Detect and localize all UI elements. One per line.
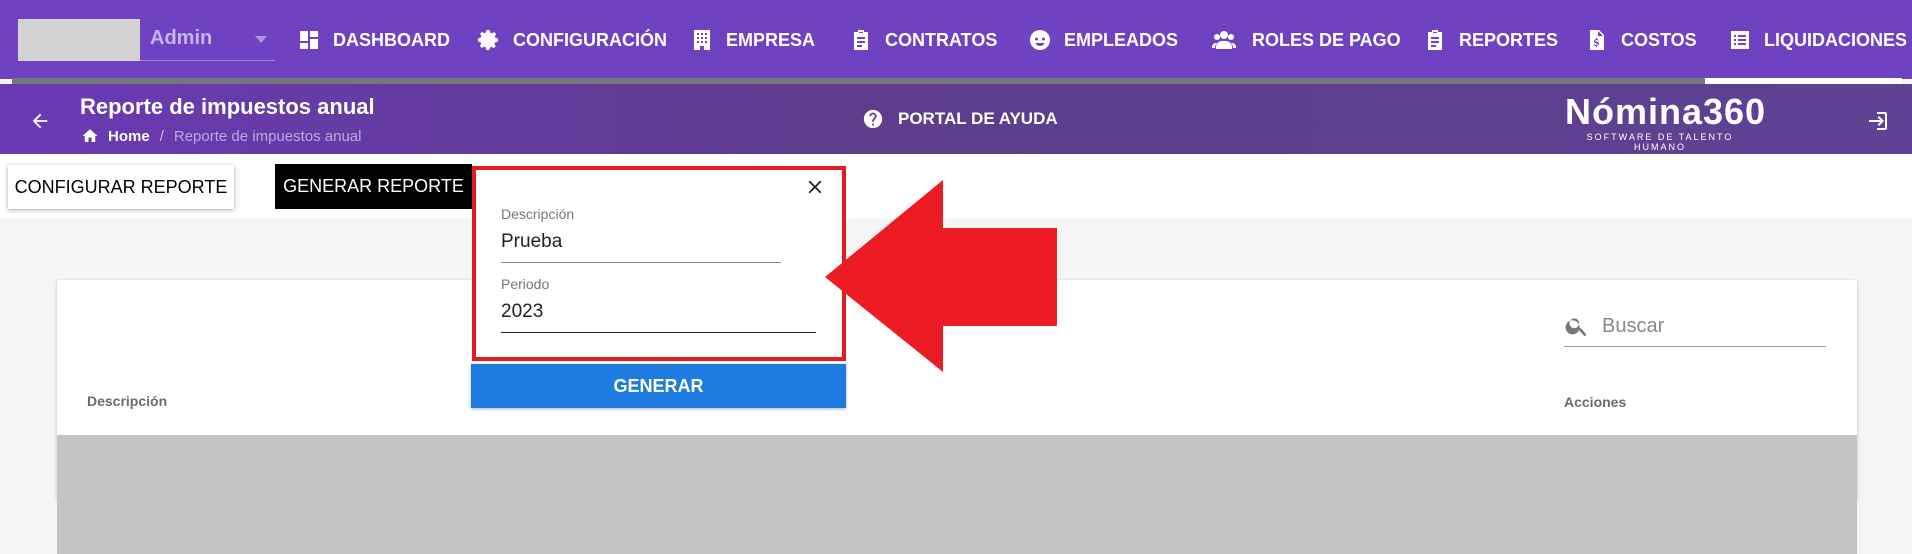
home-icon [82,129,98,142]
nav-dashboard[interactable]: DASHBOARD [297,26,450,54]
dashboard-icon [300,31,318,49]
nav-label: DASHBOARD [333,29,450,50]
clipboard-icon [1428,30,1442,50]
column-header-actions: Acciones [1564,394,1627,410]
nav-label: CONTRATOS [885,29,998,50]
nav-label: EMPLEADOS [1064,29,1179,50]
clipboard-icon [854,30,868,50]
people-icon [1212,31,1236,49]
nav-label: COSTOS [1621,29,1697,50]
description-field-underline [501,262,781,263]
brand-name: Nómina360 [1565,91,1767,132]
file-dollar-icon [1590,30,1604,50]
brand-logo: Nómina360 SOFTWARE DE TALENTO HUMANO [1565,91,1767,153]
breadcrumb-current: Reporte de impuestos anual [173,127,362,145]
nav-label: LIQUIDACIONES [1764,29,1908,50]
logout-icon[interactable] [1864,109,1890,133]
period-field-label: Periodo [501,276,550,292]
list-icon [1731,31,1749,49]
search-field[interactable] [1564,306,1826,347]
close-icon[interactable] [804,176,826,198]
nav-label: ROLES DE PAGO [1252,29,1401,50]
breadcrumb-home-link[interactable]: Home [108,128,150,145]
generate-button[interactable]: GENERAR [471,364,846,408]
nav-contratos[interactable]: CONTRATOS [849,26,997,54]
search-icon [1565,318,1587,337]
search-input[interactable] [1600,313,1804,339]
description-field[interactable]: Prueba [501,231,562,253]
nav-costos[interactable]: COSTOS [1585,26,1697,54]
face-icon [1030,30,1050,50]
nav-reportes[interactable]: REPORTES [1423,26,1558,54]
nav-empleados[interactable]: EMPLEADOS [1028,26,1178,54]
chevron-down-icon [255,36,267,43]
nav-label: EMPRESA [726,29,816,50]
nav-liquidaciones[interactable]: LIQUIDACIONES [1728,26,1907,54]
period-field-underline [501,332,816,333]
nav-configuracion[interactable]: CONFIGURACIÓN [477,26,667,54]
page-title: Reporte de impuestos anual [80,94,375,119]
user-avatar-placeholder [18,19,140,61]
gear-icon [478,30,498,50]
help-portal-link[interactable]: PORTAL DE AYUDA [862,108,1058,130]
nav-roles-de-pago[interactable]: ROLES DE PAGO [1208,26,1401,54]
table-body-overlay [57,435,1857,554]
nav-empresa[interactable]: EMPRESA [690,26,815,54]
period-field[interactable]: 2023 [501,301,543,323]
generate-report-button[interactable]: GENERAR REPORTE [275,164,472,209]
nav-label: REPORTES [1459,29,1559,50]
description-field-label: Descripción [501,206,575,222]
brand-tagline: SOFTWARE DE TALENTO HUMANO [1586,132,1734,152]
red-arrow-annotation-icon [825,180,1057,372]
back-arrow-icon[interactable] [26,110,54,132]
help-circle-icon [863,109,883,129]
role-select-value: Admin [150,27,213,49]
configure-report-button[interactable]: CONFIGURAR REPORTE [8,165,234,209]
role-select[interactable]: Admin [140,19,275,61]
breadcrumb: Home / Reporte de impuestos anual [80,126,361,146]
nav-label: CONFIGURACIÓN [513,29,667,50]
column-header-description: Descripción [87,393,168,409]
help-portal-label: PORTAL DE AYUDA [898,109,1058,128]
breadcrumb-separator: / [159,127,164,145]
building-icon [694,30,710,50]
